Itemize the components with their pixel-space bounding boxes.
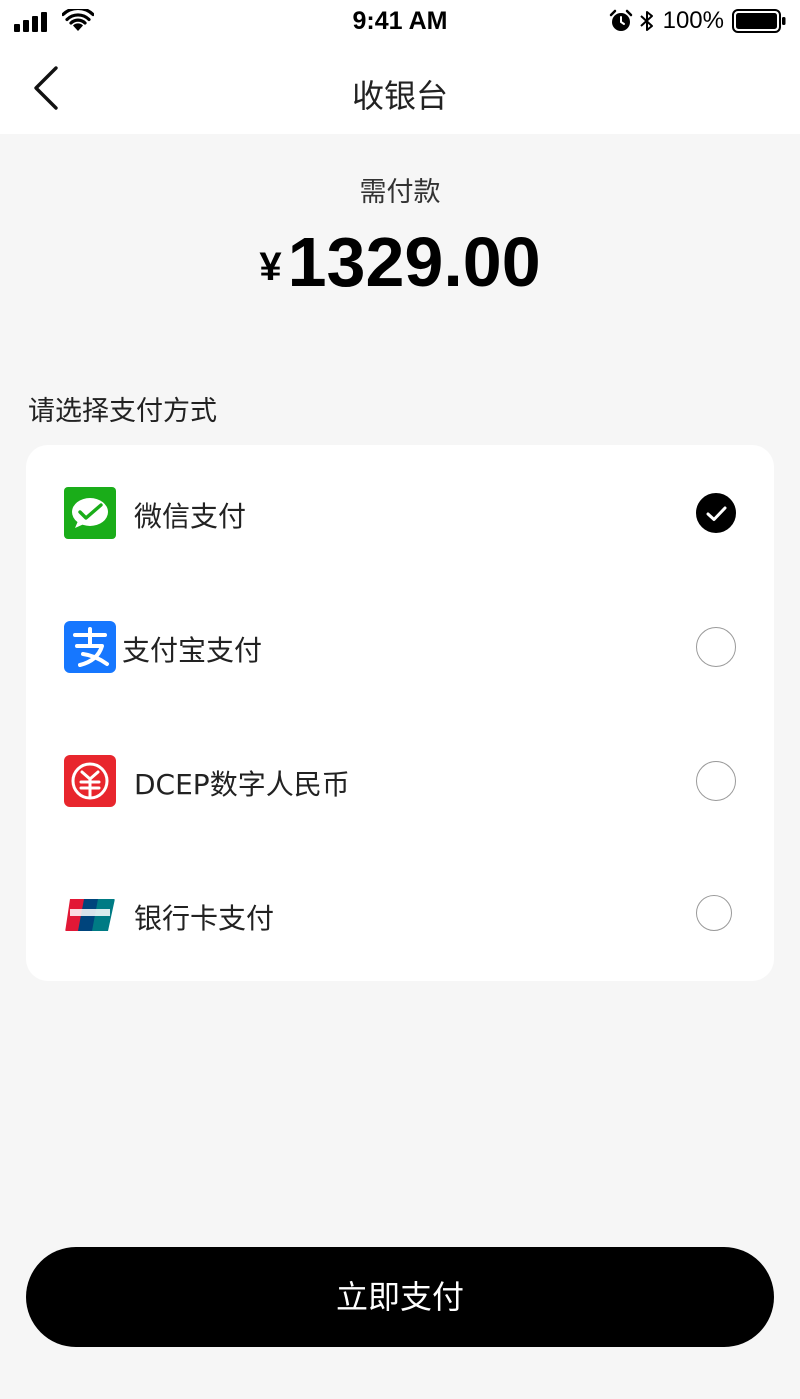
- bluetooth-icon: [639, 11, 653, 31]
- radio-unselected[interactable]: [696, 761, 736, 801]
- pay-now-button[interactable]: 立即支付: [26, 1247, 774, 1347]
- amount-label: 需付款: [359, 177, 441, 208]
- alarm-icon: [609, 9, 632, 31]
- radio-selected[interactable]: [696, 493, 736, 533]
- check-icon: [706, 506, 727, 521]
- payment-method-list: 微信支付 支付宝支付 DCEP数字人民币 银行卡支付: [26, 445, 774, 981]
- battery-percent: 100%: [662, 7, 724, 34]
- page-title: 收银台: [351, 77, 448, 115]
- amount-value: 1329.00: [287, 223, 541, 301]
- payment-method-alipay[interactable]: 支付宝支付: [26, 587, 774, 707]
- alipay-icon: [64, 621, 116, 673]
- payment-method-bankcard[interactable]: 银行卡支付: [26, 855, 774, 975]
- dcep-icon: [64, 755, 116, 807]
- status-right: 100%: [609, 6, 786, 36]
- radio-unselected[interactable]: [696, 627, 736, 667]
- currency-symbol: ¥: [259, 245, 282, 289]
- unionpay-icon: [65, 899, 115, 931]
- method-label: 微信支付: [134, 500, 247, 533]
- amount-display: ¥1329.00: [0, 222, 800, 302]
- method-label: DCEP数字人民币: [134, 768, 350, 801]
- payment-method-title: 请选择支付方式: [28, 396, 217, 427]
- payment-method-dcep[interactable]: DCEP数字人民币: [26, 721, 774, 841]
- wechat-pay-icon: [64, 487, 116, 539]
- payment-method-wechat[interactable]: 微信支付: [26, 453, 774, 573]
- radio-unselected[interactable]: [696, 895, 732, 931]
- nav-bar: 收银台: [0, 44, 800, 134]
- status-bar: 9:41 AM 100%: [0, 0, 800, 44]
- method-label: 银行卡支付: [134, 902, 275, 935]
- battery-icon: [732, 9, 786, 33]
- method-label: 支付宝支付: [122, 634, 263, 667]
